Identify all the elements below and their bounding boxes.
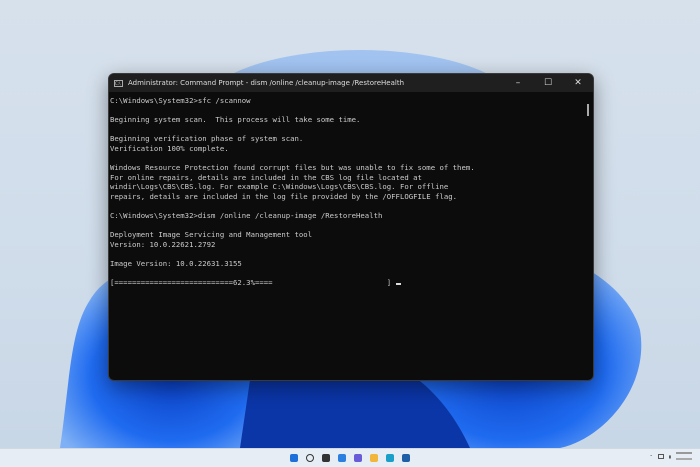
terminal-line: Beginning verification phase of system s… [110, 134, 304, 144]
widgets-icon[interactable] [338, 454, 346, 462]
chat-icon[interactable] [354, 454, 362, 462]
terminal-line: Beginning system scan. This process will… [110, 115, 361, 125]
terminal-icon: C:\ [114, 79, 123, 87]
maximize-button[interactable]: ☐ [533, 74, 563, 92]
terminal-line: C:\Windows\System32>dism /online /cleanu… [110, 211, 383, 221]
file-explorer-icon[interactable] [370, 454, 378, 462]
window-title: Administrator: Command Prompt - dism /on… [128, 79, 405, 87]
network-icon[interactable] [657, 453, 664, 459]
chevron-up-icon[interactable]: ⌃ [649, 454, 652, 459]
taskbar: ⌃ ▮ [0, 448, 700, 467]
terminal-line: Deployment Image Servicing and Managemen… [110, 230, 313, 240]
clock[interactable] [676, 452, 692, 460]
progress-text: [===========================62.3%==== ] [110, 278, 392, 288]
progress-line: [===========================62.3%==== ] [110, 278, 593, 288]
command-prompt-window[interactable]: C:\ Administrator: Command Prompt - dism… [108, 73, 594, 381]
scrollbar[interactable] [587, 104, 589, 116]
start-icon[interactable] [290, 454, 298, 462]
terminal-line: Image Version: 10.0.22631.3155 [110, 259, 242, 269]
volume-icon[interactable]: ▮ [669, 454, 671, 459]
close-button[interactable]: ✕ [563, 74, 593, 92]
terminal-line: Windows Resource Protection found corrup… [110, 163, 475, 173]
terminal-line: For online repairs, details are included… [110, 172, 422, 182]
minimize-button[interactable]: – [503, 74, 533, 92]
search-icon[interactable] [306, 454, 314, 462]
terminal-line: Verification 100% complete. [110, 143, 229, 153]
task-view-icon[interactable] [322, 454, 330, 462]
terminal-line: C:\Windows\System32>sfc /scannow [110, 96, 251, 105]
system-tray[interactable]: ⌃ ▮ [649, 452, 692, 460]
terminal-output[interactable]: C:\Windows\System32>sfc /scannow Beginni… [109, 92, 593, 288]
terminal-line: Version: 10.0.22621.2792 [110, 239, 216, 249]
store-icon[interactable] [402, 454, 410, 462]
terminal-line: repairs, details are included in the log… [110, 191, 458, 201]
terminal-line: windir\Logs\CBS\CBS.log. For example C:\… [110, 182, 449, 192]
text-cursor [395, 283, 401, 286]
edge-icon[interactable] [386, 454, 394, 462]
title-bar[interactable]: C:\ Administrator: Command Prompt - dism… [109, 74, 593, 92]
